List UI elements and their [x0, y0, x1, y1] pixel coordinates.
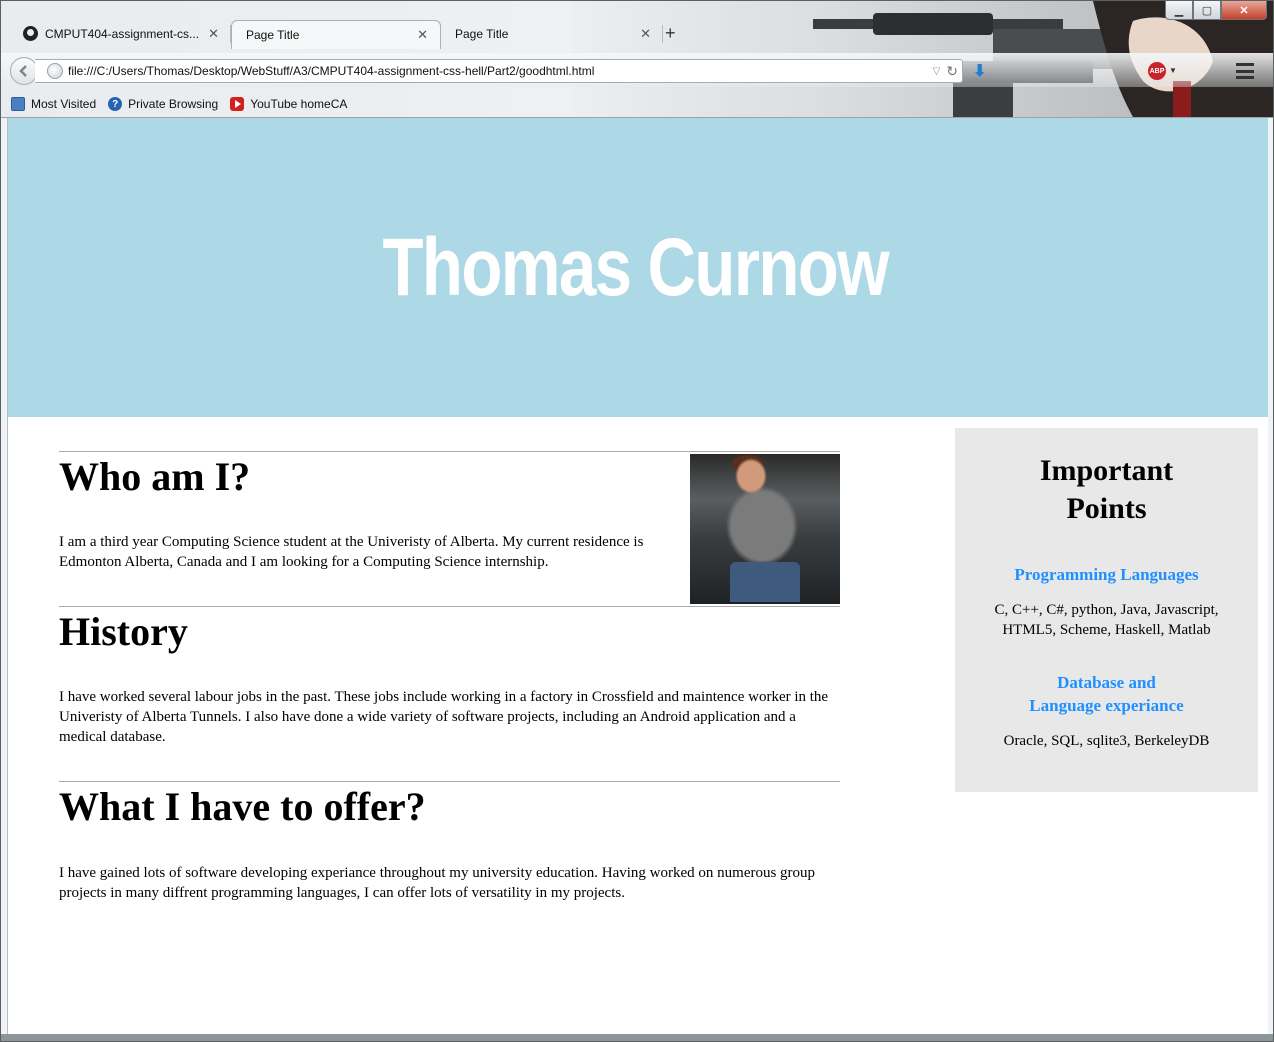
aside-title-line: Important: [1039, 454, 1174, 487]
back-button[interactable]: [10, 57, 38, 85]
tab-page-title[interactable]: Page Title ✕: [441, 19, 663, 48]
download-icon[interactable]: ⬇: [973, 61, 987, 80]
programming-languages-heading: Programming Languages: [1014, 565, 1199, 584]
chevron-down-icon[interactable]: ▼: [1169, 66, 1177, 75]
globe-icon: [47, 63, 63, 79]
url-bar[interactable]: file:///C:/Users/Thomas/Desktop/WebStuff…: [35, 59, 963, 83]
adblock-icon[interactable]: ABP: [1148, 62, 1166, 80]
close-window-button[interactable]: ✕: [1221, 1, 1267, 20]
github-icon: [23, 26, 38, 41]
bookmark-label: YouTube homeCA: [250, 97, 348, 111]
tab-separator: [662, 25, 663, 43]
database-heading: Database and Language experiance: [955, 671, 1258, 717]
bookmark-private-browsing[interactable]: ? Private Browsing: [108, 97, 218, 111]
page-title: Thomas Curnow: [382, 221, 889, 313]
new-tab-button[interactable]: +: [665, 23, 676, 44]
url-dropdown-icon[interactable]: ▽: [933, 66, 941, 77]
section-body: I am a third year Computing Science stud…: [59, 534, 644, 570]
page-viewport: Thomas Curnow Who am I? I am a third yea…: [7, 118, 1268, 1036]
database-heading-line: Database and: [1057, 673, 1156, 692]
database-list: Oracle, SQL, sqlite3, BerkeleyDB: [1003, 733, 1210, 749]
bookmarks-toolbar: Most Visited ? Private Browsing YouTube …: [1, 93, 349, 115]
browser-chrome: ▁ ▢ ✕ CMPUT404-assignment-cs... ✕ Page T…: [1, 1, 1273, 118]
tab-title: CMPUT404-assignment-cs...: [45, 26, 200, 41]
youtube-icon: [230, 97, 245, 111]
programming-languages-list: C, C++, C#, python, Java, Javascript, HT…: [955, 600, 1258, 640]
section-body: I have worked several labour jobs in the…: [59, 689, 829, 745]
close-tab-icon[interactable]: ✕: [417, 27, 428, 43]
toolbar-icons: ⬇: [973, 61, 987, 80]
languages-line: C, C++, C#, python, Java, Javascript,: [994, 602, 1219, 618]
close-tab-icon[interactable]: ✕: [208, 26, 219, 42]
section-what-i-offer: What I have to offer? I have gained lots…: [59, 781, 840, 942]
section-who-am-i: Who am I? I am a third year Computing Sc…: [59, 451, 840, 606]
tab-strip: CMPUT404-assignment-cs... ✕ Page Title ✕…: [9, 19, 663, 49]
tab-title: Page Title: [455, 26, 509, 41]
bookmark-label: Most Visited: [31, 97, 97, 111]
hero-banner: Thomas Curnow: [8, 118, 1268, 417]
tab-github[interactable]: CMPUT404-assignment-cs... ✕: [9, 19, 231, 48]
url-text[interactable]: file:///C:/Users/Thomas/Desktop/WebStuff…: [68, 64, 933, 78]
section-heading: History: [59, 609, 188, 654]
section-heading: What I have to offer?: [59, 784, 426, 829]
window-bottom-border: [1, 1034, 1273, 1041]
back-arrow-icon: [19, 65, 27, 77]
bookmark-youtube[interactable]: YouTube homeCA: [230, 97, 347, 111]
close-tab-icon[interactable]: ✕: [640, 26, 651, 42]
tab-page-title-active[interactable]: Page Title ✕: [231, 20, 441, 49]
important-points-panel: Important Points Programming Languages C…: [955, 428, 1258, 792]
section-heading: Who am I?: [59, 454, 251, 499]
languages-line: HTML5, Scheme, Haskell, Matlab: [1002, 622, 1211, 638]
profile-photo: [690, 454, 840, 604]
maximize-button[interactable]: ▢: [1193, 1, 1221, 20]
tab-title: Page Title: [246, 28, 300, 42]
window-controls: ▁ ▢ ✕: [1165, 1, 1267, 20]
reload-icon[interactable]: ↻: [946, 63, 958, 80]
main-content: Who am I? I am a third year Computing Sc…: [59, 451, 840, 942]
browser-window: ▁ ▢ ✕ CMPUT404-assignment-cs... ✕ Page T…: [0, 0, 1274, 1042]
menu-icon[interactable]: [1236, 63, 1254, 79]
section-history: History I have worked several labour job…: [59, 606, 840, 781]
most-visited-icon: [11, 97, 25, 111]
aside-title: Important Points: [955, 452, 1258, 528]
bookmark-label: Private Browsing: [128, 97, 219, 111]
help-icon: ?: [108, 97, 123, 111]
minimize-button[interactable]: ▁: [1165, 1, 1193, 20]
aside-title-line: Points: [1066, 492, 1147, 525]
navigation-bar: file:///C:/Users/Thomas/Desktop/WebStuff…: [1, 53, 1273, 87]
database-heading-line: Language experiance: [1029, 696, 1184, 715]
section-body: I have gained lots of software developin…: [59, 865, 816, 901]
bookmark-most-visited[interactable]: Most Visited: [11, 97, 96, 111]
